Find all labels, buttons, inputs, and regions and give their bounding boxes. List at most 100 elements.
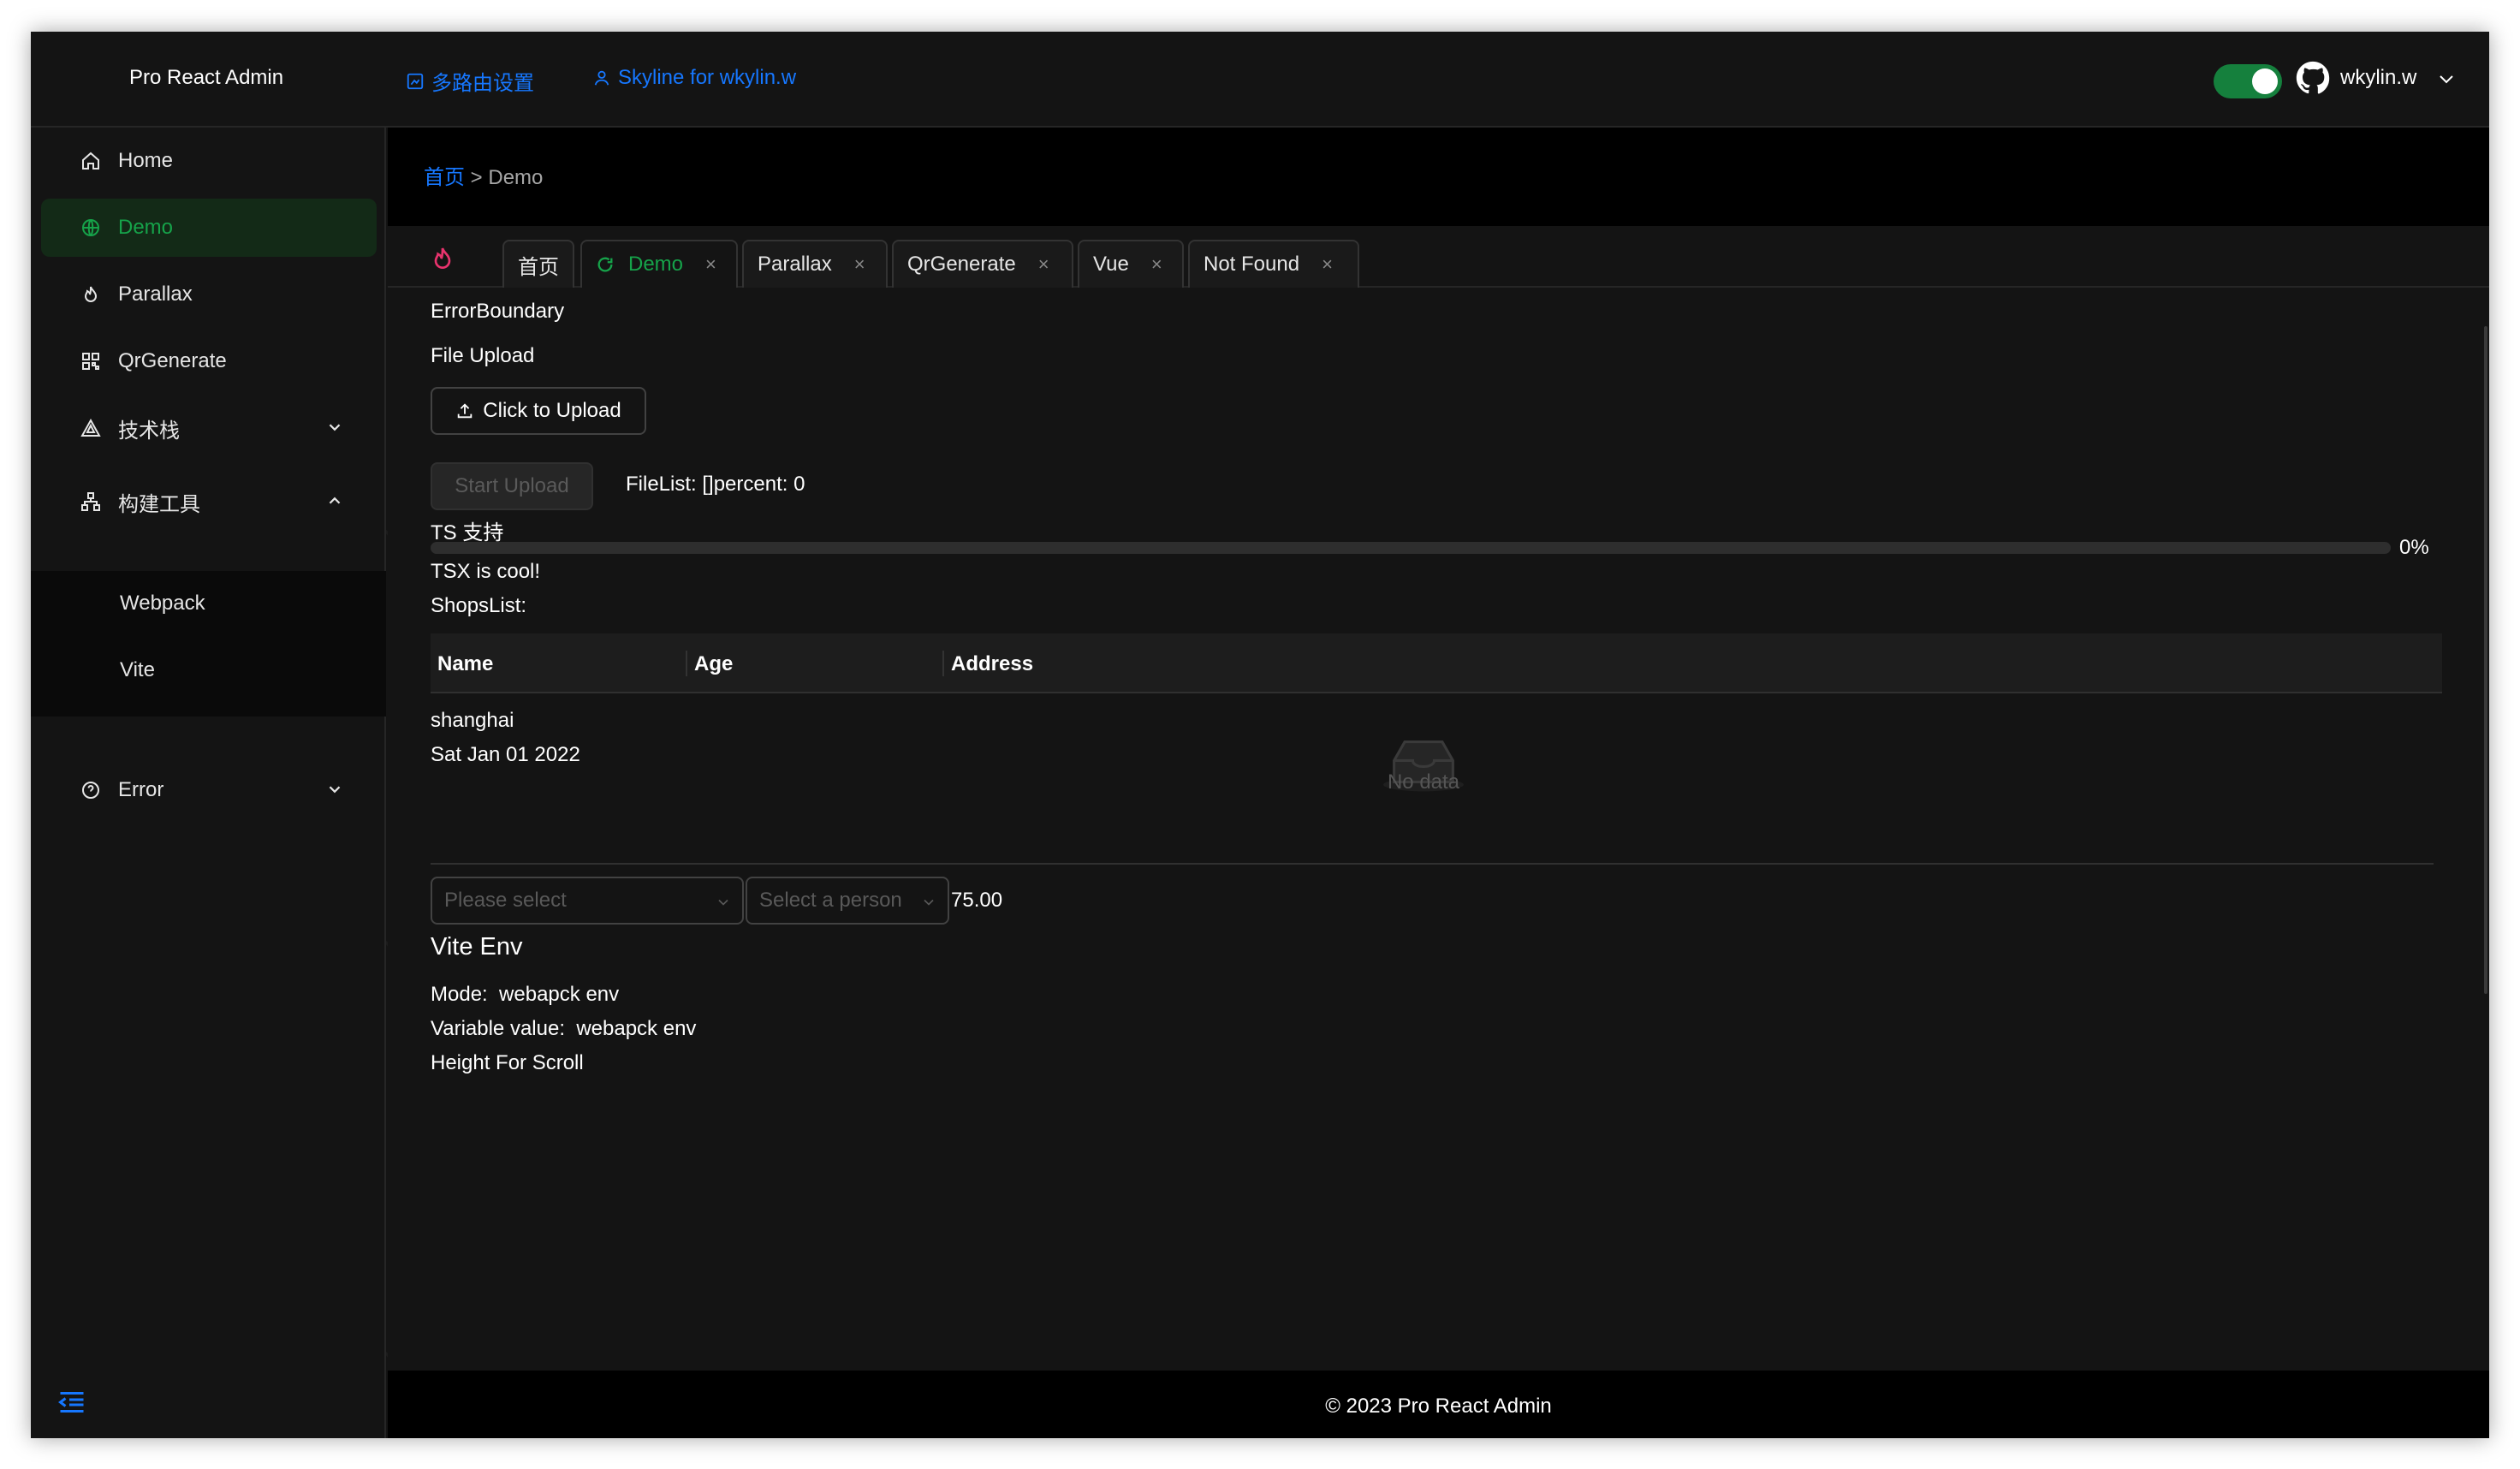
- shops-list-label: ShopsList:: [431, 594, 527, 617]
- chevron-up-icon: [329, 497, 341, 504]
- tab-label: Parallax: [758, 253, 832, 276]
- tab-label: Demo: [628, 253, 684, 276]
- column-age[interactable]: Age: [694, 652, 733, 676]
- sidebar-subitem-vite[interactable]: Vite: [120, 658, 155, 682]
- sidebar-item-parallax[interactable]: Parallax: [41, 265, 377, 324]
- scrollbar[interactable]: [2484, 326, 2487, 994]
- tab-parallax[interactable]: Parallax ×: [742, 240, 888, 288]
- tab-label: 首页: [518, 255, 559, 279]
- tabs-bar: 首页 Demo × Parallax × QrGenerate × Vue × …: [388, 226, 2489, 288]
- sidebar-item-tech-stack[interactable]: 技术栈: [41, 399, 377, 457]
- file-list-text: FileList: []percent: 0: [626, 473, 805, 496]
- column-address[interactable]: Address: [951, 652, 1033, 676]
- upload-button[interactable]: Click to Upload: [431, 387, 646, 435]
- qrcode-icon: [82, 353, 99, 370]
- generic-select[interactable]: Please select: [431, 877, 744, 925]
- build-tools-submenu: Webpack Vite: [31, 571, 386, 717]
- sidebar-item-label: QrGenerate: [118, 349, 227, 372]
- chevron-down-icon: [924, 899, 934, 906]
- column-divider: [942, 651, 944, 676]
- error-boundary-title: ErrorBoundary: [431, 300, 565, 323]
- top-header: Pro React Admin 多路由设置 Skyline for wkylin…: [31, 32, 2489, 128]
- github-icon[interactable]: [2296, 61, 2330, 95]
- tab-not-found[interactable]: Not Found ×: [1188, 240, 1359, 288]
- chevron-down-icon: [329, 424, 341, 431]
- close-icon[interactable]: ×: [705, 253, 716, 276]
- sidebar-subitem-webpack[interactable]: Webpack: [120, 592, 205, 616]
- mode-value: webapck env: [499, 983, 620, 1006]
- question-icon: [82, 782, 99, 799]
- close-icon[interactable]: ×: [1038, 253, 1049, 276]
- tab-home[interactable]: 首页: [502, 240, 574, 288]
- tsx-text: TSX is cool!: [431, 560, 541, 583]
- start-upload-button[interactable]: Start Upload: [431, 462, 593, 510]
- app-window: Pro React AdminPro React AdminPro React …: [31, 32, 2489, 1438]
- footer: © 2023 Pro React Admin: [388, 1371, 2489, 1438]
- close-icon[interactable]: ×: [1151, 253, 1162, 276]
- breadcrumb-separator: >: [470, 166, 483, 189]
- tab-qrgenerate[interactable]: QrGenerate ×: [892, 240, 1073, 288]
- vite-env-title: Vite Env: [431, 933, 523, 960]
- tab-demo[interactable]: Demo ×: [580, 240, 738, 288]
- breadcrumb-home[interactable]: 首页: [424, 166, 465, 189]
- mode-row: Mode: webapck env: [431, 983, 619, 1007]
- multi-route-link[interactable]: 多路由设置: [406, 66, 534, 96]
- copyright: © 2023 Pro React Admin: [1325, 1395, 1552, 1418]
- flame-icon[interactable]: [429, 243, 456, 274]
- route-icon: [407, 73, 424, 89]
- sidebar-item-build-tools[interactable]: 构建工具: [41, 473, 377, 531]
- height-for-scroll: Height For Scroll: [431, 1051, 584, 1074]
- breadcrumb-current: Demo: [488, 166, 544, 189]
- column-divider: [686, 651, 687, 676]
- globe-icon: [82, 219, 99, 236]
- close-icon[interactable]: ×: [854, 253, 865, 276]
- skyline-link[interactable]: Skyline for wkylin.w: [592, 66, 796, 90]
- variable-label: Variable value:: [431, 1017, 565, 1040]
- sidebar-item-demo[interactable]: Demo: [41, 199, 377, 257]
- reload-icon[interactable]: [596, 255, 615, 274]
- sidebar-item-label: 构建工具: [118, 492, 200, 516]
- person-select[interactable]: Select a person: [746, 877, 949, 925]
- username[interactable]: wkylin.w: [2340, 66, 2416, 90]
- upload-button-label: Click to Upload: [483, 399, 621, 422]
- cluster-icon: [81, 492, 100, 511]
- sidebar-item-error[interactable]: Error: [41, 761, 377, 819]
- app-title: Pro React Admin: [129, 66, 284, 89]
- main-area: 首页 > Demo 首页 Demo × Parallax × QrGenerat…: [388, 128, 2489, 1438]
- upload-progress-bar: [431, 542, 2391, 554]
- triangle-icon: [80, 418, 101, 437]
- multi-route-label: 多路由设置: [431, 72, 534, 95]
- close-icon[interactable]: ×: [1322, 253, 1333, 276]
- column-name[interactable]: Name: [437, 652, 493, 676]
- tab-label: QrGenerate: [907, 253, 1016, 276]
- sidebar-item-label: 技术栈: [118, 419, 180, 443]
- sidebar-item-home[interactable]: Home: [41, 132, 377, 190]
- person-select-placeholder: Select a person: [759, 889, 902, 912]
- flame-icon: [84, 286, 98, 302]
- tab-label: Vue: [1093, 253, 1129, 276]
- number-value: 75.00: [951, 889, 1003, 912]
- upload-icon: [458, 403, 472, 419]
- table-divider: [431, 863, 2434, 865]
- variable-value: webapck env: [576, 1017, 697, 1040]
- sidebar-item-qrgenerate[interactable]: QrGenerate: [41, 332, 377, 390]
- user-icon: [594, 70, 609, 86]
- shop-date: Sat Jan 01 2022: [431, 743, 580, 766]
- chevron-down-icon: [718, 899, 728, 906]
- tab-vue[interactable]: Vue ×: [1078, 240, 1184, 288]
- chevron-down-icon: [329, 786, 341, 794]
- file-upload-title: File Upload: [431, 344, 535, 367]
- shop-city: shanghai: [431, 709, 514, 732]
- empty-text: No data: [1387, 770, 1460, 794]
- theme-toggle[interactable]: [2214, 64, 2282, 98]
- home-icon: [82, 152, 99, 170]
- menu-fold-icon[interactable]: [56, 1387, 87, 1418]
- chevron-down-icon[interactable]: [2436, 68, 2457, 89]
- tab-label: Not Found: [1204, 253, 1300, 276]
- sidebar-item-label: Home: [118, 149, 174, 172]
- mode-label: Mode:: [431, 983, 488, 1006]
- page-content: ErrorBoundary File Upload Click to Uploa…: [388, 288, 2489, 1371]
- sidebar-item-label: Error: [118, 778, 164, 801]
- select-placeholder: Please select: [444, 889, 567, 912]
- variable-row: Variable value: webapck env: [431, 1017, 696, 1041]
